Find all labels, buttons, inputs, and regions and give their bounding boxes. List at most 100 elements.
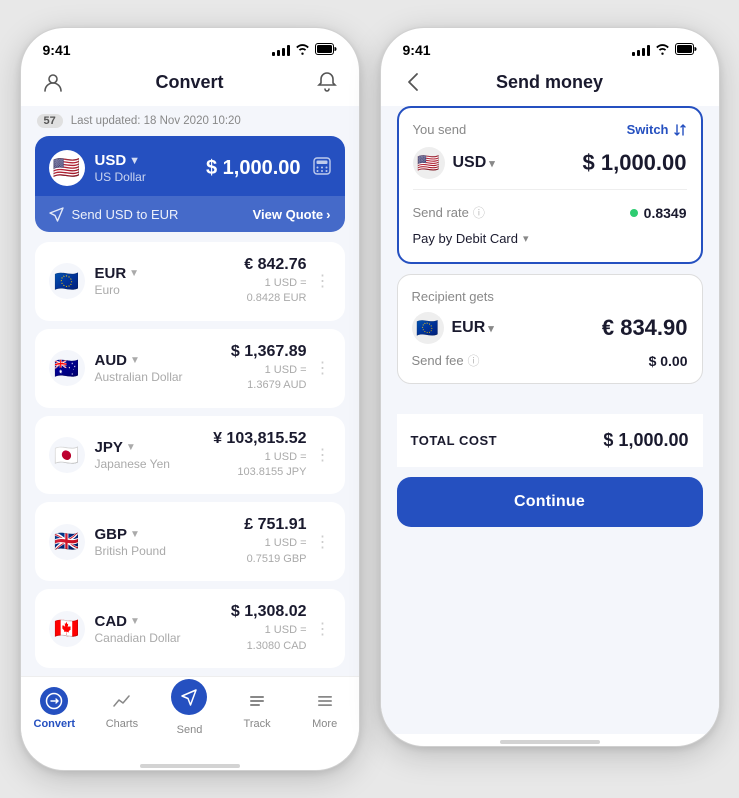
battery-icon <box>315 43 337 58</box>
refresh-badge[interactable]: 57 <box>37 114 63 128</box>
rate-info-icon[interactable]: ⓘ <box>473 204 485 221</box>
more-nav-icon <box>311 687 339 715</box>
send-action-text: Send USD to EUR <box>72 207 179 222</box>
wifi-icon <box>295 43 310 58</box>
status-icons-2 <box>632 43 697 58</box>
nav-more[interactable]: More <box>291 683 359 740</box>
pay-chevron-icon: ▾ <box>523 232 529 245</box>
page-title-1: Convert <box>67 72 313 93</box>
nav-track-label: Track <box>244 718 271 730</box>
rate-aud: 1 USD =1.3679 AUD <box>231 363 307 394</box>
base-currency-card[interactable]: 🇺🇸 USD ▼ US Dollar $ 1,000.00 <box>35 136 345 232</box>
nav-more-label: More <box>312 718 337 730</box>
nav-convert[interactable]: Convert <box>21 683 89 740</box>
currency-card-cad[interactable]: 🇨🇦 CAD ▼ Canadian Dollar $ 1,308.02 1 US… <box>35 589 345 668</box>
flag-eur: 🇪🇺 <box>49 263 85 299</box>
more-options-icon[interactable]: ⋮ <box>315 358 331 378</box>
flag-gbp: 🇬🇧 <box>49 524 85 560</box>
send-fee-label: Send fee ⓘ <box>412 352 480 369</box>
more-options-icon[interactable]: ⋮ <box>315 532 331 552</box>
back-icon[interactable] <box>399 68 427 96</box>
code-eur: EUR ▼ <box>95 265 140 282</box>
name-eur: Euro <box>95 283 140 297</box>
flag-cad: 🇨🇦 <box>49 611 85 647</box>
last-updated-text: Last updated: 18 Nov 2020 10:20 <box>71 115 241 127</box>
amount-eur: € 842.76 <box>244 256 306 274</box>
flag-jpy: 🇯🇵 <box>49 437 85 473</box>
header-1: Convert <box>21 64 359 106</box>
home-indicator-1 <box>140 764 240 768</box>
amount-jpy: ¥ 103,815.52 <box>213 430 306 448</box>
continue-button[interactable]: Continue <box>397 477 703 527</box>
battery-icon-2 <box>675 43 697 58</box>
nav-charts-label: Charts <box>106 718 138 730</box>
view-quote-btn[interactable]: View Quote <box>253 207 324 222</box>
currency-card-aud[interactable]: 🇦🇺 AUD ▼ Australian Dollar $ 1,367.89 1 … <box>35 329 345 408</box>
base-flag: 🇺🇸 <box>49 150 85 186</box>
amount-aud: $ 1,367.89 <box>231 343 307 361</box>
home-indicator-2 <box>500 740 600 744</box>
code-jpy: JPY ▼ <box>95 439 170 456</box>
fee-info-icon[interactable]: ⓘ <box>468 352 480 369</box>
flag-aud: 🇦🇺 <box>49 350 85 386</box>
nav-track[interactable]: Track <box>223 683 291 740</box>
rate-cad: 1 USD =1.3080 CAD <box>231 623 307 654</box>
pay-method-text: Pay by Debit Card <box>413 231 519 246</box>
amount-cad: $ 1,308.02 <box>231 603 307 621</box>
more-options-icon[interactable]: ⋮ <box>315 271 331 291</box>
recipient-currency-selector[interactable]: 🇪🇺 EUR ▾ <box>412 312 494 344</box>
last-updated-bar: 57 Last updated: 18 Nov 2020 10:20 <box>35 106 345 136</box>
nav-send-label: Send <box>177 724 203 736</box>
switch-btn[interactable]: Switch <box>627 122 687 137</box>
rate-jpy: 1 USD =103.8155 JPY <box>213 450 306 481</box>
wifi-icon-2 <box>655 43 670 58</box>
phone-convert: 9:41 Convert <box>20 27 360 771</box>
status-icons-1 <box>272 43 337 58</box>
recipient-gets-label: Recipient gets <box>412 289 494 304</box>
time-2: 9:41 <box>403 42 431 58</box>
you-send-code[interactable]: USD ▾ <box>453 154 495 172</box>
you-send-currency-selector[interactable]: 🇺🇸 USD ▾ <box>413 147 495 179</box>
bell-icon[interactable] <box>313 68 341 96</box>
you-send-amount: $ 1,000.00 <box>583 150 687 176</box>
base-name: US Dollar <box>95 170 146 184</box>
name-aud: Australian Dollar <box>95 370 183 384</box>
you-send-card: You send Switch 🇺🇸 USD ▾ <box>397 106 703 264</box>
name-cad: Canadian Dollar <box>95 631 181 645</box>
more-options-icon[interactable]: ⋮ <box>315 619 331 639</box>
send-rate-value: 0.8349 <box>630 205 687 221</box>
rate-eur: 1 USD =0.8428 EUR <box>244 276 306 307</box>
more-options-icon[interactable]: ⋮ <box>315 445 331 465</box>
header-2: Send money <box>381 64 719 106</box>
base-amount: $ 1,000.00 <box>206 157 301 180</box>
charts-nav-icon <box>108 687 136 715</box>
content-2: You send Switch 🇺🇸 USD ▾ <box>381 106 719 734</box>
recipient-code[interactable]: EUR ▾ <box>452 319 494 337</box>
name-jpy: Japanese Yen <box>95 457 170 471</box>
pay-method-row[interactable]: Pay by Debit Card ▾ <box>413 225 687 248</box>
currency-card-gbp[interactable]: 🇬🇧 GBP ▼ British Pound £ 751.91 1 USD =0… <box>35 502 345 581</box>
currency-card-jpy[interactable]: 🇯🇵 JPY ▼ Japanese Yen ¥ 103,815.52 1 USD… <box>35 416 345 495</box>
send-nav-icon <box>171 679 207 715</box>
currency-card-eur[interactable]: 🇪🇺 EUR ▼ Euro € 842.76 1 USD =0.8428 EUR… <box>35 242 345 321</box>
track-nav-icon <box>243 687 271 715</box>
base-code[interactable]: USD ▼ <box>95 152 146 169</box>
total-label: TOTAL COST <box>411 433 498 448</box>
calculator-icon[interactable] <box>313 157 331 180</box>
user-icon[interactable] <box>39 68 67 96</box>
signal-icon-2 <box>632 45 650 56</box>
page-title-2: Send money <box>427 72 673 93</box>
send-action-bar[interactable]: Send USD to EUR View Quote › <box>35 196 345 232</box>
send-rate-label: Send rate ⓘ <box>413 204 485 221</box>
amount-gbp: £ 751.91 <box>244 516 306 534</box>
recipient-amount: € 834.90 <box>602 315 688 341</box>
you-send-label: You send <box>413 122 467 137</box>
currency-list: 🇪🇺 EUR ▼ Euro € 842.76 1 USD =0.8428 EUR… <box>35 242 345 668</box>
nav-send[interactable]: Send <box>156 683 224 740</box>
total-value: $ 1,000.00 <box>603 430 688 451</box>
send-fee-value: $ 0.00 <box>649 353 688 369</box>
nav-charts[interactable]: Charts <box>88 683 156 740</box>
signal-icon <box>272 45 290 56</box>
you-send-flag: 🇺🇸 <box>413 147 445 179</box>
recipient-flag: 🇪🇺 <box>412 312 444 344</box>
